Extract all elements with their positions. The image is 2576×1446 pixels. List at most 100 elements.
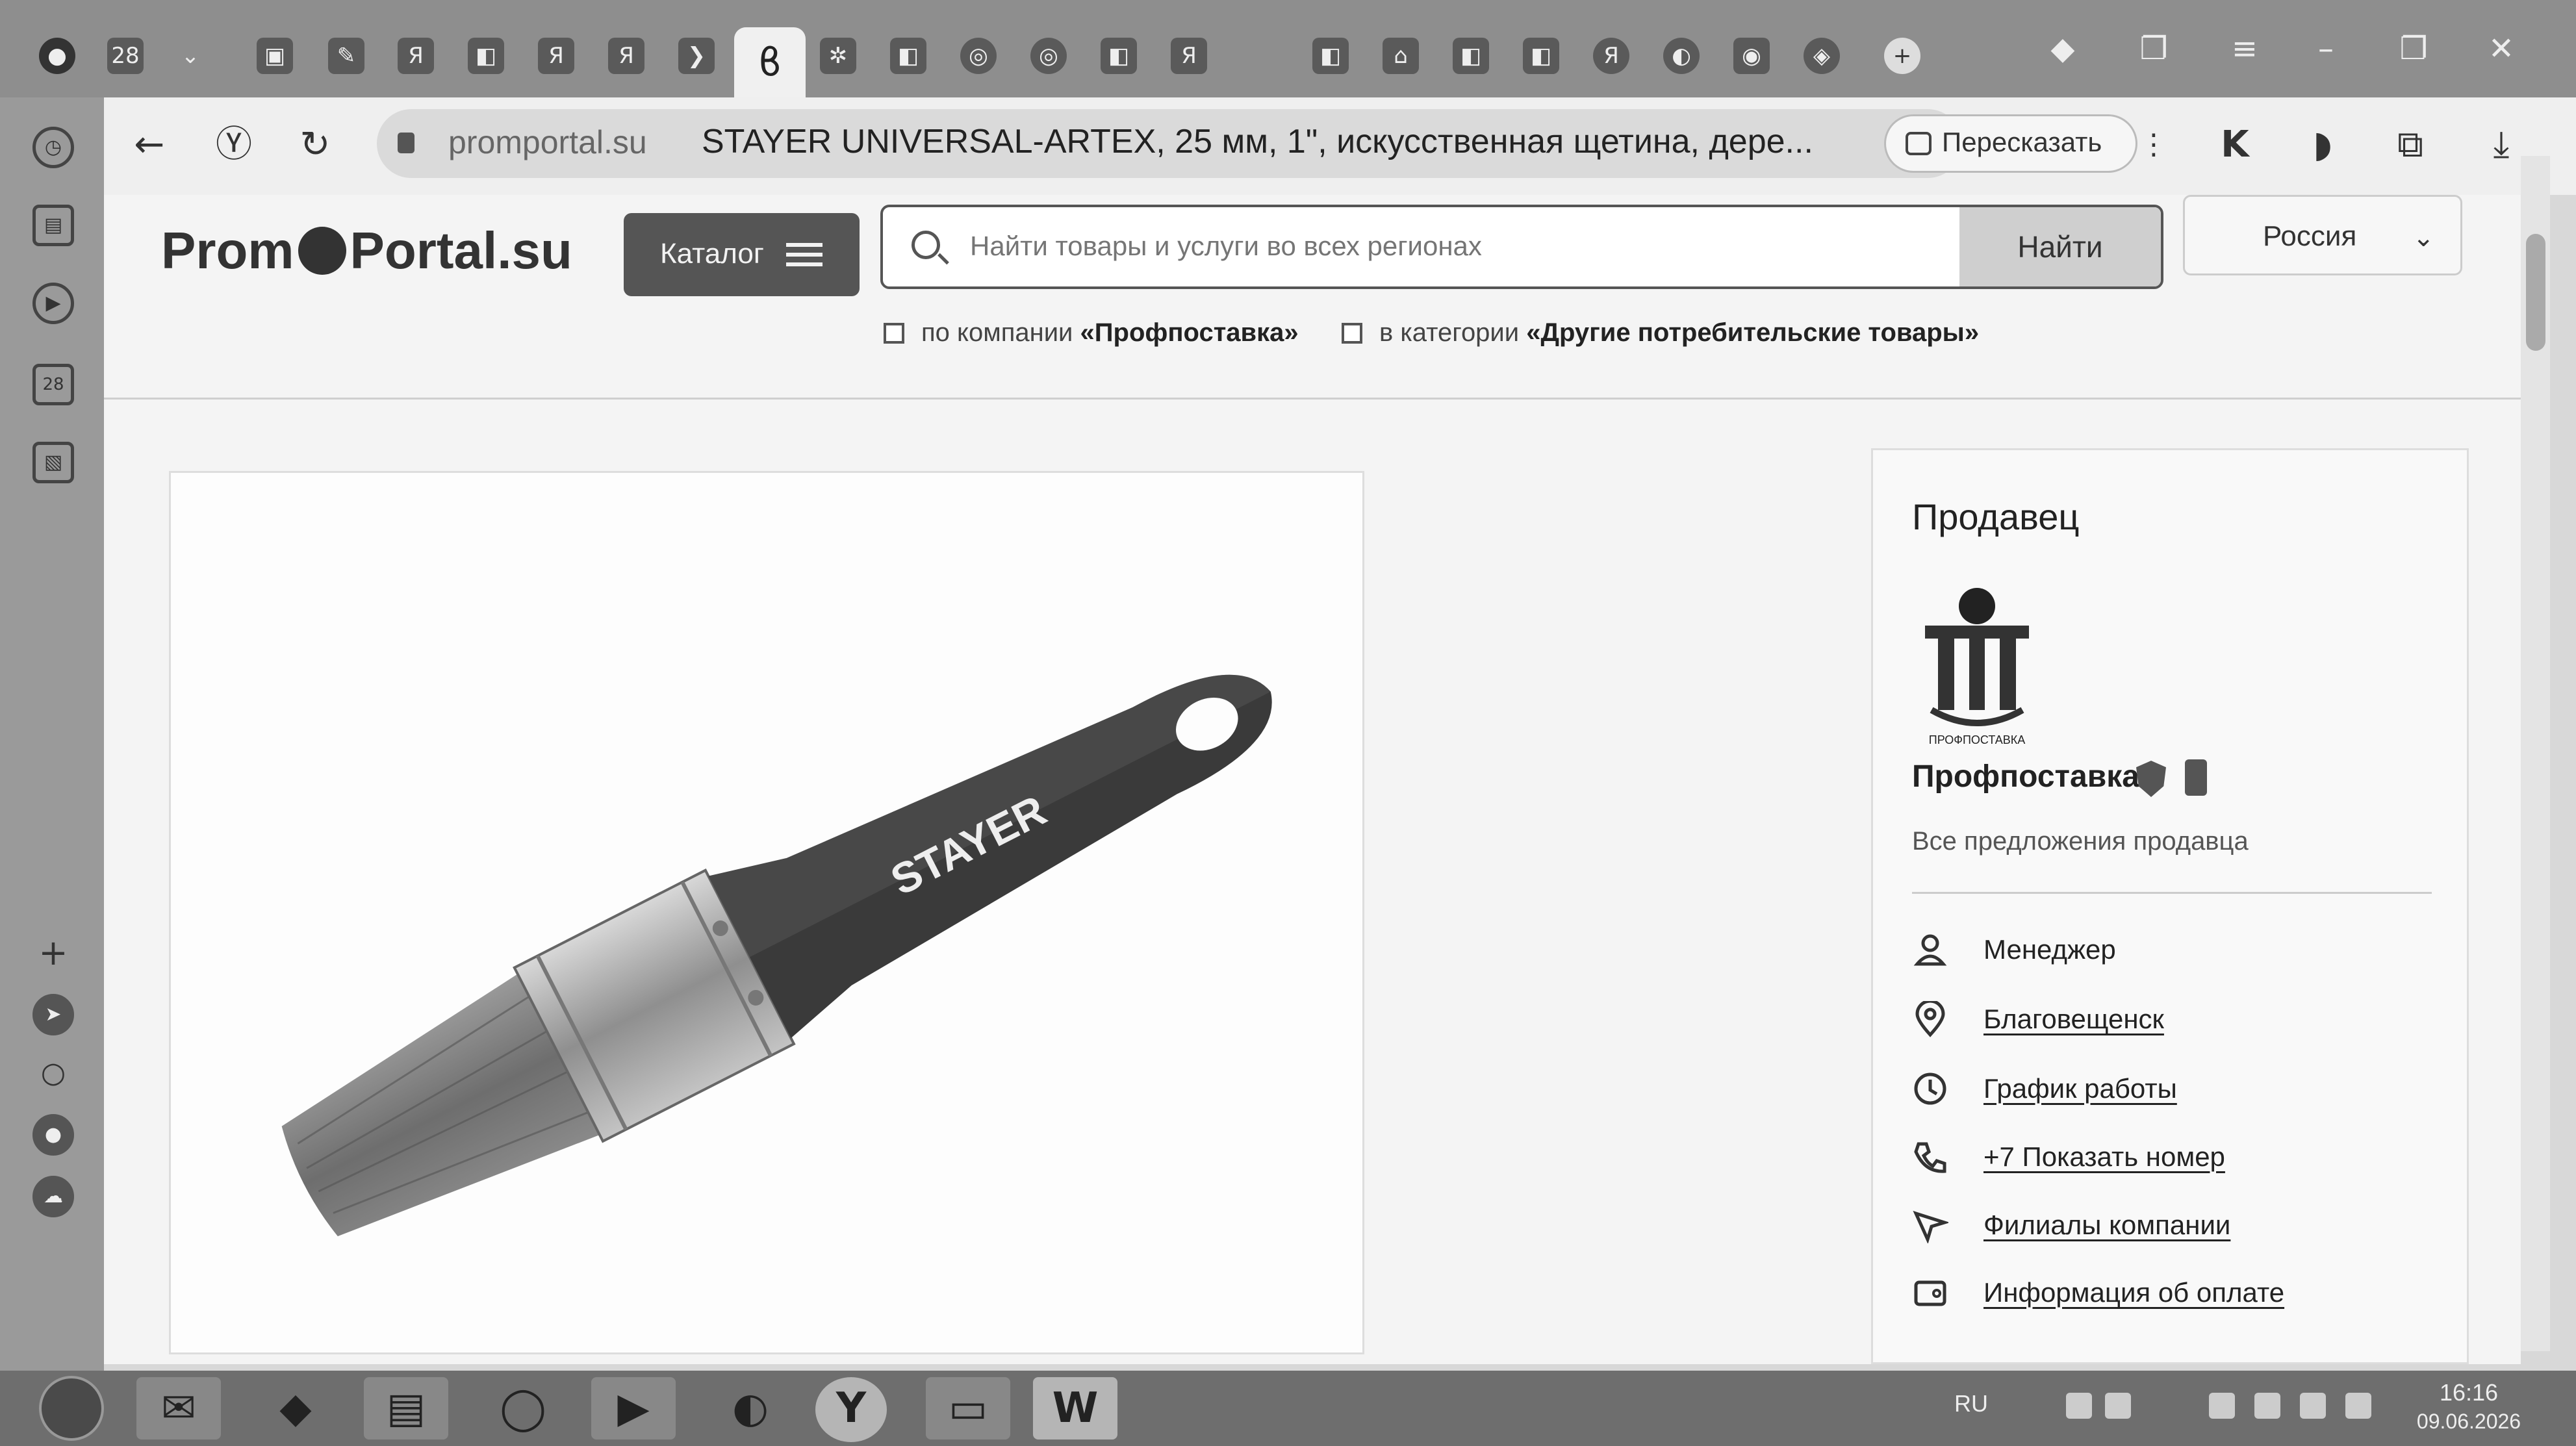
tab-icon-10[interactable]: ◧ <box>1312 38 1349 74</box>
url-domain: promportal.su <box>448 124 647 160</box>
tab-yandex-3[interactable]: Я <box>608 38 644 74</box>
retell-button[interactable]: Пересказать <box>1884 114 2137 173</box>
checkbox[interactable] <box>1342 323 1362 344</box>
show-phone-link[interactable]: +7 Показать номер <box>1983 1141 2225 1173</box>
close-icon[interactable]: ✕ <box>2479 26 2524 71</box>
language-indicator[interactable]: RU <box>1954 1390 1988 1417</box>
scrollbar-thumb[interactable] <box>2526 234 2545 351</box>
tab-active-promportal[interactable]: ϐ <box>734 27 806 97</box>
taskbar-media-icon[interactable]: ▶ <box>591 1377 676 1440</box>
clock-date: 09.06.2026 <box>2416 1410 2521 1433</box>
tab-icon-6[interactable]: ◧ <box>890 38 926 74</box>
os-taskbar: ✉ ◆ ▤ ◯ ▶ ◐ Y ▭ W RU 16:16 09.06.2026 <box>0 1371 2576 1446</box>
tab-home-icon[interactable]: ⌂ <box>1383 38 1419 74</box>
taskbar-app-icon[interactable]: ◐ <box>708 1377 793 1440</box>
tab-yandex-1[interactable]: Я <box>398 38 434 74</box>
taskbar-mail-icon[interactable]: ✉ <box>136 1377 221 1440</box>
network-icon[interactable] <box>2300 1393 2326 1419</box>
tab-yandex-2[interactable]: Я <box>538 38 574 74</box>
tray-icon-3[interactable] <box>2209 1393 2235 1419</box>
verified-shield-icon <box>2136 761 2166 797</box>
tab-icon-4[interactable]: ❯ <box>678 38 715 74</box>
extensions-icon[interactable]: ⧉ <box>2388 122 2433 168</box>
tab-icon-9[interactable]: ◧ <box>1101 38 1137 74</box>
add-panel-icon[interactable]: + <box>32 935 74 977</box>
promportal-logo[interactable]: Prom Portal.su <box>161 221 572 281</box>
checkbox[interactable] <box>884 323 904 344</box>
tab-icon-3[interactable]: ◧ <box>468 38 504 74</box>
minimize-icon[interactable]: – <box>2303 26 2349 71</box>
back-arrow-icon[interactable]: ← <box>127 122 172 168</box>
taskbar-word[interactable]: W <box>1033 1377 1117 1440</box>
display-icon[interactable] <box>2345 1393 2371 1419</box>
tab-icon-11[interactable]: ◧ <box>1453 38 1489 74</box>
collections-icon[interactable]: ▤ <box>32 205 74 246</box>
city-link[interactable]: Благовещенск <box>1983 1004 2164 1035</box>
wallet-icon <box>1914 1280 1946 1306</box>
tab-yandex-5[interactable]: Я <box>1593 38 1629 74</box>
assistant-icon[interactable]: ○ <box>32 1056 74 1097</box>
url-field[interactable]: promportal.su STAYER UNIVERSAL-ARTEX, 25… <box>377 109 1962 178</box>
tab-icon-15[interactable]: ◈ <box>1804 38 1840 74</box>
profile-avatar-icon[interactable]: ● <box>39 38 75 74</box>
menu-icon[interactable]: ≡ <box>2222 26 2267 71</box>
reload-icon[interactable]: ↻ <box>292 122 338 168</box>
catalog-button[interactable]: Каталог <box>624 213 860 296</box>
tab-icon-2[interactable]: ✎ <box>328 38 364 74</box>
tab-yandex-4[interactable]: Я <box>1171 38 1207 74</box>
tabs-overview-icon[interactable]: ❐ <box>2131 26 2176 71</box>
tab-icon-12[interactable]: ◧ <box>1523 38 1559 74</box>
payment-info-link[interactable]: Информация об оплате <box>1983 1277 2284 1308</box>
region-select[interactable]: Россия ⌄ <box>2183 195 2462 275</box>
search-input[interactable] <box>970 231 1932 262</box>
seller-logo[interactable]: ПРОФПОСТАВКА <box>1912 580 2042 749</box>
tray-icon-1[interactable] <box>2066 1393 2092 1419</box>
more-options-icon[interactable]: ⋮ <box>2131 122 2176 168</box>
cloud-icon[interactable]: ☁ <box>32 1176 74 1217</box>
tab-icon-14[interactable]: ◉ <box>1733 38 1770 74</box>
tab-icon-13[interactable]: ◐ <box>1663 38 1700 74</box>
start-button[interactable] <box>39 1376 104 1441</box>
tray-icon-2[interactable] <box>2105 1393 2131 1419</box>
hamburger-icon <box>786 243 823 266</box>
page-title: STAYER UNIVERSAL-ARTEX, 25 мм, 1", искус… <box>702 123 1813 160</box>
tab-icon-5[interactable]: ✲ <box>820 38 856 74</box>
search-button[interactable]: Найти <box>1959 207 2161 286</box>
system-clock[interactable]: 16:16 09.06.2026 <box>2404 1378 2534 1436</box>
new-tab-plus-icon[interactable]: + <box>1884 38 1920 74</box>
calendar-icon[interactable]: 28 <box>32 364 74 405</box>
navigation-arrow-icon <box>1913 1210 1948 1243</box>
taskbar-anydesk-icon[interactable]: ◆ <box>253 1377 338 1440</box>
screenshot-icon[interactable]: ▧ <box>32 442 74 483</box>
all-offers-link[interactable]: Все предложения продавца <box>1912 827 2249 856</box>
pocket-icon[interactable]: ◗ <box>2300 122 2345 168</box>
calendar-tab-icon[interactable]: 28 <box>107 38 144 74</box>
maximize-icon[interactable]: ❐ <box>2391 26 2436 71</box>
taskbar-explorer-icon[interactable]: ▤ <box>364 1377 448 1440</box>
filter-by-company[interactable]: по компании «Профпоставка» <box>884 318 1299 348</box>
filter-by-category[interactable]: в категории «Другие потребительские това… <box>1342 318 1979 348</box>
yandex-home-icon[interactable]: Ⓨ <box>211 122 257 168</box>
extension-k-icon[interactable]: K <box>2212 122 2258 168</box>
taskbar-yandex-browser[interactable]: Y <box>815 1377 887 1442</box>
telegram-icon[interactable]: ➤ <box>32 994 74 1035</box>
chevron-down-icon[interactable]: ⌄ <box>172 38 209 74</box>
search-icon <box>912 231 940 259</box>
video-play-icon[interactable]: ▶ <box>32 283 74 324</box>
volume-icon[interactable] <box>2254 1393 2280 1419</box>
page-scrollbar[interactable] <box>2521 156 2550 1351</box>
taskbar-opera-icon[interactable]: ◯ <box>481 1377 565 1440</box>
download-icon[interactable]: ⤓ <box>2479 122 2524 168</box>
tab-icon-1[interactable]: ▣ <box>257 38 293 74</box>
taskbar-folder-icon[interactable]: ▭ <box>926 1377 1010 1440</box>
schedule-link[interactable]: График работы <box>1983 1073 2177 1104</box>
tab-icon-8[interactable]: ◎ <box>1030 38 1067 74</box>
avatar-icon[interactable]: ● <box>32 1114 74 1156</box>
branches-link[interactable]: Филиалы компании <box>1983 1210 2230 1241</box>
seller-name[interactable]: Профпоставка <box>1912 759 2139 794</box>
alice-icon[interactable]: ◆ <box>2040 26 2085 71</box>
clock-time: 16:16 <box>2439 1379 2499 1406</box>
product-photo[interactable]: STAYER <box>169 471 1364 1354</box>
tab-icon-7[interactable]: ◎ <box>960 38 997 74</box>
history-clock-icon[interactable]: ◷ <box>32 127 74 168</box>
